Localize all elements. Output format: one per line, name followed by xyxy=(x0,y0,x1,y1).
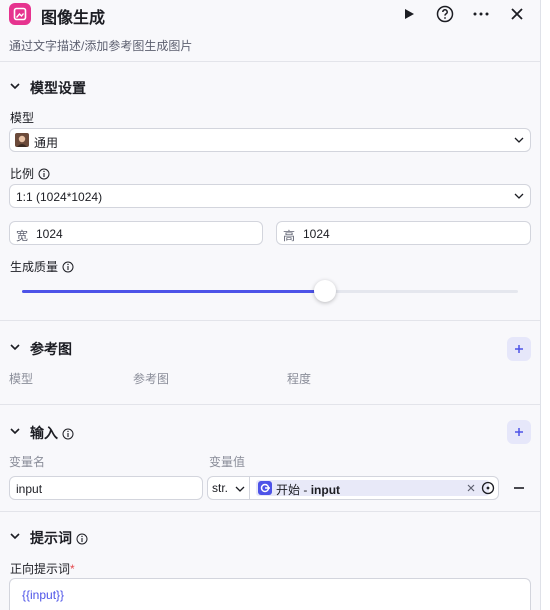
height-prefix: 高 xyxy=(283,229,296,243)
start-node-icon xyxy=(258,481,272,495)
height-value: 1024 xyxy=(303,227,330,241)
ratio-select[interactable]: 1:1 (1024*1024) xyxy=(9,184,531,208)
image-generation-panel: 图像生成 通过文字描述/添加参考图生成图片 模型设置 模型 通用 比例 1:1 … xyxy=(0,0,541,610)
positive-prompt-value: {{input}} xyxy=(22,588,65,602)
info-icon[interactable] xyxy=(76,533,88,545)
more-icon xyxy=(473,12,489,16)
image-icon xyxy=(9,3,31,25)
play-icon xyxy=(405,9,414,19)
width-prefix: 宽 xyxy=(16,229,29,243)
prompt-title-text: 提示词 xyxy=(30,530,72,546)
help-icon xyxy=(436,5,454,23)
chevron-down-icon[interactable] xyxy=(9,80,21,92)
width-input[interactable]: 宽 1024 xyxy=(9,221,263,245)
model-avatar-icon xyxy=(15,133,29,147)
model-select[interactable]: 通用 xyxy=(9,128,531,152)
close-button[interactable] xyxy=(505,2,529,26)
section-divider xyxy=(0,404,540,405)
close-icon xyxy=(511,8,523,20)
variable-reference[interactable]: 开始 - input xyxy=(252,477,498,499)
info-icon[interactable] xyxy=(62,428,74,440)
variable-name-value: input xyxy=(16,482,43,496)
quality-slider-fill xyxy=(22,290,325,293)
variable-value-field[interactable]: str. 开始 - input xyxy=(207,476,499,500)
reference-col-degree: 程度 xyxy=(287,372,312,386)
panel-subtitle: 通过文字描述/添加参考图生成图片 xyxy=(9,39,193,53)
prompt-title: 提示词 xyxy=(30,528,88,548)
remove-row-icon[interactable] xyxy=(514,486,524,490)
chevron-down-icon[interactable] xyxy=(9,341,21,353)
info-icon[interactable] xyxy=(38,168,50,180)
quality-label-text: 生成质量 xyxy=(10,260,59,274)
variable-name: input xyxy=(310,483,341,497)
section-divider xyxy=(0,320,540,321)
plus-icon xyxy=(515,345,523,353)
target-icon[interactable] xyxy=(481,481,495,495)
variable-tag: 开始 - input xyxy=(256,480,489,498)
chevron-down-icon xyxy=(514,137,524,143)
quality-slider[interactable] xyxy=(22,280,518,302)
col-variable-value: 变量值 xyxy=(209,455,246,469)
panel-header: 图像生成 通过文字描述/添加参考图生成图片 xyxy=(0,0,540,62)
model-settings-title: 模型设置 xyxy=(30,80,86,96)
type-select[interactable]: str. xyxy=(208,477,250,499)
height-input[interactable]: 高 1024 xyxy=(276,221,531,245)
chevron-down-icon[interactable] xyxy=(9,425,21,437)
info-icon[interactable] xyxy=(62,261,74,273)
run-button[interactable] xyxy=(397,2,421,26)
help-button[interactable] xyxy=(433,2,457,26)
reference-col-model: 模型 xyxy=(9,372,34,386)
positive-prompt-label-text: 正向提示词 xyxy=(10,562,71,576)
scrollbar[interactable] xyxy=(541,0,550,610)
quality-slider-handle[interactable] xyxy=(314,280,336,302)
more-button[interactable] xyxy=(469,2,493,26)
add-reference-button[interactable] xyxy=(507,337,531,361)
ratio-label-text: 比例 xyxy=(10,167,35,181)
variable-separator: - xyxy=(303,483,308,497)
ratio-label: 比例 xyxy=(10,165,50,182)
width-value: 1024 xyxy=(36,227,63,241)
inputs-title-text: 输入 xyxy=(30,425,58,441)
model-select-value: 通用 xyxy=(34,136,59,150)
ratio-select-value: 1:1 (1024*1024) xyxy=(16,190,103,204)
required-mark: * xyxy=(70,562,75,576)
positive-prompt-input[interactable]: {{input}} xyxy=(9,578,531,610)
plus-icon xyxy=(515,428,523,436)
positive-prompt-label: 正向提示词* xyxy=(10,560,75,577)
variable-tag-text: 开始 - input xyxy=(276,481,340,498)
add-input-button[interactable] xyxy=(507,420,531,444)
reference-col-image: 参考图 xyxy=(133,372,170,386)
variable-name-input[interactable]: input xyxy=(9,476,203,500)
reference-title: 参考图 xyxy=(30,341,72,357)
type-value: str. xyxy=(212,481,229,495)
chevron-down-icon xyxy=(235,486,245,492)
quality-label: 生成质量 xyxy=(10,258,74,275)
panel-title: 图像生成 xyxy=(41,10,106,27)
col-variable-name: 变量名 xyxy=(9,455,46,469)
chevron-down-icon xyxy=(514,193,524,199)
chevron-down-icon[interactable] xyxy=(9,530,21,542)
model-label: 模型 xyxy=(10,111,35,125)
inputs-title: 输入 xyxy=(30,423,74,443)
clear-icon[interactable] xyxy=(467,484,475,492)
section-divider xyxy=(0,511,540,512)
variable-source: 开始 xyxy=(276,483,301,497)
